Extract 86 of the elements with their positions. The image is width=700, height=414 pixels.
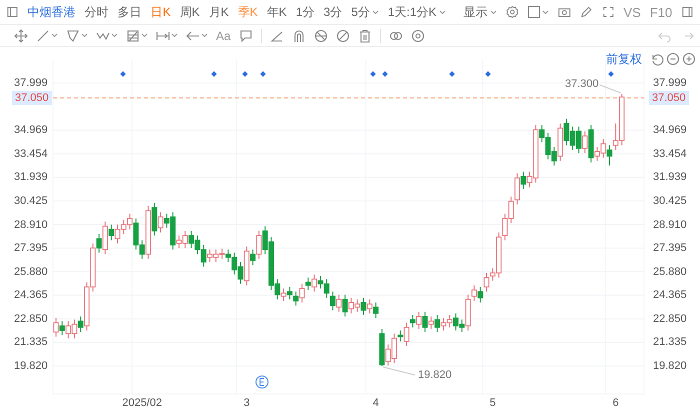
- price-axis-label: 25.880: [14, 266, 48, 278]
- caret-icon: [372, 10, 379, 14]
- caret-icon: [201, 33, 208, 38]
- price-axis-label: 33.454: [14, 148, 48, 160]
- event-marker[interactable]: [370, 71, 376, 77]
- caret-icon: [141, 33, 148, 38]
- price-axis-label: 27.395: [14, 242, 48, 254]
- price-axis-label: 34.969: [653, 124, 687, 136]
- caret-icon: [542, 10, 550, 14]
- arrow-left-icon[interactable]: [186, 28, 200, 42]
- price-axis-label: 37.999: [653, 77, 687, 90]
- reset-icon[interactable]: [650, 52, 664, 66]
- event-marker[interactable]: [485, 71, 491, 77]
- period-tab[interactable]: 1分: [296, 4, 314, 20]
- event-marker[interactable]: [382, 71, 388, 77]
- leader-line: [382, 366, 416, 376]
- event-marker[interactable]: [608, 71, 614, 77]
- price-axis-label: 31.939: [14, 171, 48, 184]
- period-tab[interactable]: 分时: [84, 4, 109, 20]
- high-price-label: 37.300: [565, 78, 599, 90]
- panel-icon[interactable]: [6, 5, 19, 19]
- price-axis-label: 21.335: [653, 336, 687, 348]
- date-axis-label: 2025/02: [122, 397, 162, 409]
- price-axis-label: 19.820: [14, 360, 48, 372]
- price-axis-label: 19.820: [653, 360, 687, 372]
- price-axis-label: 28.910: [14, 218, 48, 230]
- event-icon[interactable]: [256, 376, 268, 388]
- stock-name: 中烟香港: [28, 4, 76, 20]
- date-axis-label: 3: [244, 397, 250, 409]
- price-axis-label: 22.850: [14, 312, 48, 325]
- low-price-label: 19.820: [418, 369, 452, 381]
- comment-icon[interactable]: [238, 28, 253, 42]
- price-axis-label: 25.880: [653, 266, 687, 278]
- period-tab[interactable]: 年K: [266, 4, 287, 20]
- line-tool-icon[interactable]: [36, 28, 50, 42]
- grid-tool-icon[interactable]: [126, 28, 140, 42]
- price-axis-label: 27.395: [653, 242, 687, 254]
- period-tab[interactable]: 周K: [180, 4, 200, 20]
- current-price-label: 37.050: [649, 90, 689, 105]
- event-marker[interactable]: [120, 71, 126, 77]
- square-icon[interactable]: [527, 5, 542, 19]
- price-axis-label: 24.365: [653, 289, 687, 302]
- event-marker[interactable]: [211, 71, 217, 77]
- settings-icon[interactable]: [410, 28, 425, 42]
- price-axis-label: 21.335: [14, 336, 48, 348]
- magnet-icon[interactable]: [292, 28, 306, 42]
- interval-dropdown[interactable]: 1天:1分K: [388, 4, 446, 20]
- date-axis-label: 5: [490, 397, 496, 409]
- date-axis-label: 4: [372, 397, 379, 409]
- date-axis-label: 6: [612, 397, 619, 409]
- price-axis-label: 37.999: [14, 77, 48, 90]
- settings-icon[interactable]: [506, 5, 518, 19]
- event-marker[interactable]: [449, 71, 455, 77]
- pencil-icon[interactable]: [580, 5, 593, 19]
- polygon-icon[interactable]: [66, 28, 80, 42]
- zoom-in-icon[interactable]: [682, 52, 696, 66]
- current-price-label: 37.050: [12, 90, 52, 105]
- caret-icon: [51, 33, 58, 38]
- caret-icon: [171, 33, 178, 38]
- price-axis-label: 24.365: [14, 289, 48, 302]
- event-marker[interactable]: [260, 71, 266, 77]
- angle-icon[interactable]: [270, 28, 284, 42]
- price-axis-label: 30.425: [14, 194, 48, 207]
- price-axis-label: 28.910: [653, 218, 687, 230]
- display-dropdown[interactable]: 显示: [464, 4, 497, 20]
- trash-icon[interactable]: [358, 28, 372, 42]
- zoom-out-icon[interactable]: [666, 52, 680, 66]
- interval-dropdown[interactable]: 5分: [351, 4, 379, 20]
- price-axis-label: 33.454: [653, 148, 687, 160]
- price-axis-label: 34.969: [14, 124, 48, 136]
- period-tab[interactable]: 月K: [208, 4, 229, 20]
- period-tab[interactable]: 多日: [118, 4, 142, 20]
- caret-icon: [438, 10, 446, 14]
- leader-line: [600, 84, 622, 94]
- event-marker[interactable]: [242, 71, 248, 77]
- price-axis-label: 31.939: [653, 171, 687, 184]
- panel-icon[interactable]: [681, 5, 694, 19]
- price-axis-label: 22.850: [653, 312, 687, 325]
- move-icon[interactable]: [14, 28, 28, 42]
- expand-icon[interactable]: [602, 5, 614, 19]
- price-axis-label: 30.425: [653, 194, 687, 207]
- caret-icon: [81, 33, 88, 38]
- caret-icon: [111, 33, 118, 38]
- caret-icon: [490, 10, 497, 14]
- adjust-button[interactable]: 前复权: [606, 51, 642, 68]
- period-tab[interactable]: 3分: [324, 4, 342, 20]
